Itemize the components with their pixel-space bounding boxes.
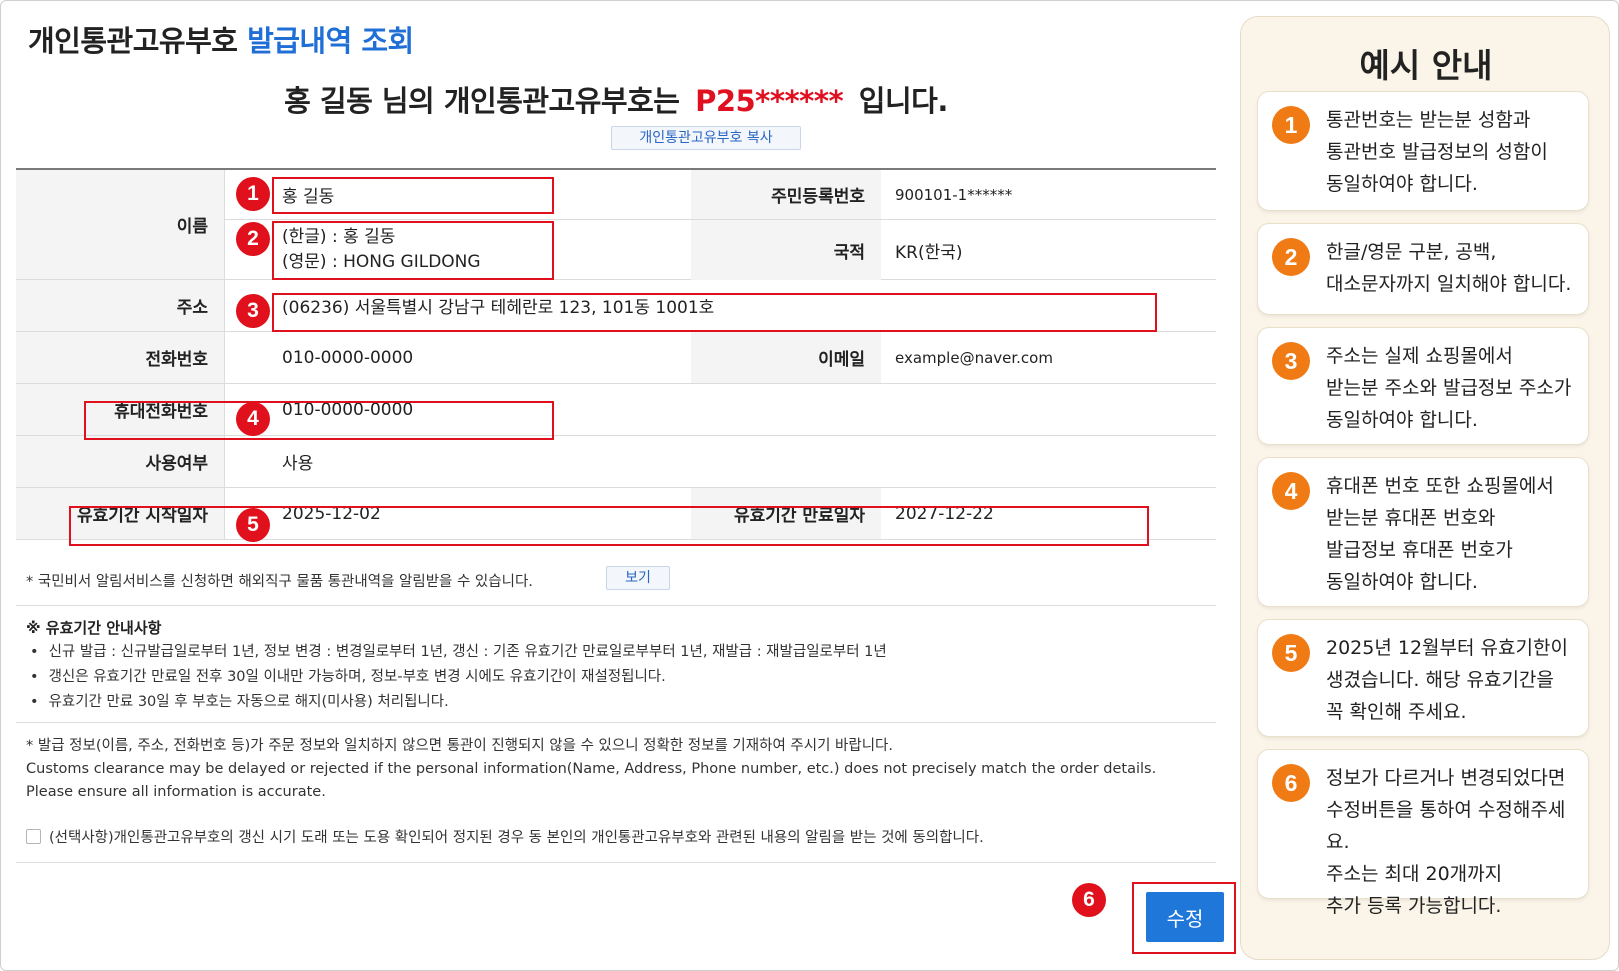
guide-card-1: 1 통관번호는 받는분 성함과 통관번호 발급정보의 성함이 동일하여야 합니다… bbox=[1257, 91, 1589, 211]
divider bbox=[16, 722, 1216, 723]
example-guide-panel: 예시 안내 1 통관번호는 받는분 성함과 통관번호 발급정보의 성함이 동일하… bbox=[1240, 16, 1610, 960]
issue-info-table: 이름 홍 길동 주민등록번호 900101-1****** (한글) : 홍 길… bbox=[16, 168, 1216, 540]
table-row-name: 이름 홍 길동 주민등록번호 900101-1****** (한글) : 홍 길… bbox=[16, 170, 1216, 280]
page-title-accent: 발급내역 조회 bbox=[247, 24, 414, 58]
phone-value: 010-0000-0000 bbox=[282, 347, 414, 368]
guide-card-6: 6 정보가 다르거나 변경되었다면 수정버튼을 통하여 수정해주세요. 주소는 … bbox=[1257, 749, 1589, 917]
guide-line: 발급정보 휴대폰 번호가 bbox=[1326, 539, 1513, 561]
guide-line: 주소는 실제 쇼핑몰에서 bbox=[1326, 345, 1513, 367]
table-row-phone: 전화번호 010-0000-0000 이메일 example@naver.com bbox=[16, 332, 1216, 384]
rrn-label: 주민등록번호 bbox=[691, 170, 881, 219]
page-title: 개인통관고유부호 발급내역 조회 bbox=[28, 18, 414, 60]
step-badge-4: 4 bbox=[236, 402, 270, 436]
view-button[interactable]: 보기 bbox=[606, 566, 670, 590]
customs-code-headline: 홍 길동 님의 개인통관고유부호는 P25****** 입니다. bbox=[16, 78, 1216, 120]
guide-card-text: 한글/영문 구분, 공백, 대소문자까지 일치해야 합니다. bbox=[1326, 236, 1580, 300]
guide-line: 생겼습니다. 해당 유효기간을 bbox=[1326, 669, 1554, 691]
table-row-usage: 사용여부 사용 bbox=[16, 436, 1216, 488]
guide-card-text: 2025년 12월부터 유효기한이 생겼습니다. 해당 유효기간을 꼭 확인해 … bbox=[1326, 632, 1580, 728]
validity-guide-title: ※ 유효기간 안내사항 bbox=[26, 619, 162, 637]
guide-card-4: 4 휴대폰 번호 또한 쇼핑몰에서 받는분 휴대폰 번호와 발급정보 휴대폰 번… bbox=[1257, 457, 1589, 607]
guide-badge-2: 2 bbox=[1272, 238, 1310, 276]
usage-value: 사용 bbox=[282, 454, 314, 474]
rrn-value: 900101-1****** bbox=[895, 185, 1013, 204]
headline-suffix: 입니다. bbox=[858, 84, 949, 118]
consent-checkbox[interactable] bbox=[26, 829, 41, 844]
step-badge-2: 2 bbox=[236, 222, 270, 256]
guide-line: 추가 등록 가능합니다. bbox=[1326, 895, 1502, 917]
guide-line: 2025년 12월부터 유효기한이 bbox=[1326, 637, 1568, 659]
guide-line: 동일하여야 합니다. bbox=[1326, 409, 1478, 431]
name-label: 이름 bbox=[16, 170, 224, 279]
guide-badge-5: 5 bbox=[1272, 634, 1310, 672]
consent-label: (선택사항)개인통관고유부호의 갱신 시기 도래 또는 도용 확인되어 정지된 … bbox=[49, 830, 984, 846]
copy-code-button[interactable]: 개인통관고유부호 복사 bbox=[611, 126, 801, 150]
validity-guide-list: 신규 발급 : 신규발급일로부터 1년, 정보 변경 : 변경일로부터 1년, … bbox=[30, 640, 887, 715]
phone-label: 전화번호 bbox=[16, 332, 224, 383]
guide-line: 수정버튼을 통하여 수정해주세요. bbox=[1326, 799, 1566, 853]
step-badge-6: 6 bbox=[1072, 883, 1106, 917]
guide-card-text: 휴대폰 번호 또한 쇼핑몰에서 받는분 휴대폰 번호와 발급정보 휴대폰 번호가… bbox=[1326, 470, 1580, 598]
guide-line: 받는분 휴대폰 번호와 bbox=[1326, 507, 1496, 529]
alert-service-notice: * 국민비서 알림서비스를 신청하면 해외직구 물품 통관내역을 알림받을 수 … bbox=[26, 574, 533, 590]
step-badge-5: 5 bbox=[236, 508, 270, 542]
list-item: 신규 발급 : 신규발급일로부터 1년, 정보 변경 : 변경일로부터 1년, … bbox=[30, 640, 887, 665]
accuracy-warning: * 발급 정보(이름, 주소, 전화번호 등)가 주문 정보와 일치하지 않으면… bbox=[26, 735, 1156, 804]
divider bbox=[16, 862, 1216, 863]
column-divider bbox=[224, 170, 225, 540]
highlight-address bbox=[272, 293, 1157, 332]
guide-line: 대소문자까지 일치해야 합니다. bbox=[1326, 273, 1572, 295]
divider bbox=[16, 605, 1216, 606]
highlight-bilingual-name bbox=[272, 221, 554, 280]
guide-panel-title: 예시 안내 bbox=[1359, 46, 1493, 85]
guide-line: 동일하여야 합니다. bbox=[1326, 571, 1478, 593]
guide-card-3: 3 주소는 실제 쇼핑몰에서 받는분 주소와 발급정보 주소가 동일하여야 합니… bbox=[1257, 327, 1589, 445]
list-item: 유효기간 만료 30일 후 부호는 자동으로 해지(미사용) 처리됩니다. bbox=[30, 690, 887, 715]
guide-card-text: 주소는 실제 쇼핑몰에서 받는분 주소와 발급정보 주소가 동일하여야 합니다. bbox=[1326, 340, 1580, 436]
list-item: 갱신은 유효기간 만료일 전후 30일 이내만 가능하며, 정보-부호 변경 시… bbox=[30, 665, 887, 690]
edit-button[interactable]: 수정 bbox=[1146, 892, 1224, 942]
guide-line: 한글/영문 구분, 공백, bbox=[1326, 241, 1497, 263]
customs-code-number: P25****** bbox=[695, 84, 844, 118]
guide-line: 동일하여야 합니다. bbox=[1326, 173, 1478, 195]
email-label: 이메일 bbox=[691, 332, 881, 383]
guide-line: 통관번호는 받는분 성함과 bbox=[1326, 109, 1531, 131]
warning-english-1: Customs clearance may be delayed or reje… bbox=[26, 761, 1157, 777]
address-label: 주소 bbox=[16, 280, 224, 331]
warning-korean: * 발급 정보(이름, 주소, 전화번호 등)가 주문 정보와 일치하지 않으면… bbox=[26, 738, 893, 754]
email-value: example@naver.com bbox=[895, 348, 1053, 367]
step-badge-1: 1 bbox=[236, 177, 270, 211]
guide-line: 휴대폰 번호 또한 쇼핑몰에서 bbox=[1326, 475, 1554, 497]
guide-card-text: 정보가 다르거나 변경되었다면 수정버튼을 통하여 수정해주세요. 주소는 최대… bbox=[1326, 762, 1580, 922]
step-badge-3: 3 bbox=[236, 294, 270, 328]
guide-line: 통관번호 발급정보의 성함이 bbox=[1326, 141, 1548, 163]
guide-card-text: 통관번호는 받는분 성함과 통관번호 발급정보의 성함이 동일하여야 합니다. bbox=[1326, 104, 1580, 200]
usage-label: 사용여부 bbox=[16, 436, 224, 487]
guide-line: 꼭 확인해 주세요. bbox=[1326, 701, 1467, 723]
guide-badge-4: 4 bbox=[1272, 472, 1310, 510]
warning-english-2: Please ensure all information is accurat… bbox=[26, 784, 326, 800]
guide-badge-1: 1 bbox=[1272, 106, 1310, 144]
highlight-name bbox=[272, 177, 554, 214]
guide-badge-3: 3 bbox=[1272, 342, 1310, 380]
guide-line: 주소는 최대 20개까지 bbox=[1326, 863, 1503, 885]
headline-prefix: 홍 길동 님의 개인통관고유부호는 bbox=[284, 84, 680, 118]
nationality-value: KR(한국) bbox=[895, 242, 963, 263]
highlight-mobile bbox=[84, 401, 554, 440]
page-title-main: 개인통관고유부호 bbox=[28, 24, 238, 58]
consent-row: (선택사항)개인통관고유부호의 갱신 시기 도래 또는 도용 확인되어 정지된 … bbox=[26, 826, 984, 847]
guide-line: 받는분 주소와 발급정보 주소가 bbox=[1326, 377, 1572, 399]
guide-line: 정보가 다르거나 변경되었다면 bbox=[1326, 767, 1566, 789]
guide-card-5: 5 2025년 12월부터 유효기한이 생겼습니다. 해당 유효기간을 꼭 확인… bbox=[1257, 619, 1589, 737]
nationality-label: 국적 bbox=[691, 220, 881, 280]
guide-badge-6: 6 bbox=[1272, 764, 1310, 802]
guide-card-2: 2 한글/영문 구분, 공백, 대소문자까지 일치해야 합니다. bbox=[1257, 223, 1589, 315]
issue-history-panel: 개인통관고유부호 발급내역 조회 홍 길동 님의 개인통관고유부호는 P25**… bbox=[16, 0, 1236, 971]
highlight-validity bbox=[69, 506, 1149, 546]
